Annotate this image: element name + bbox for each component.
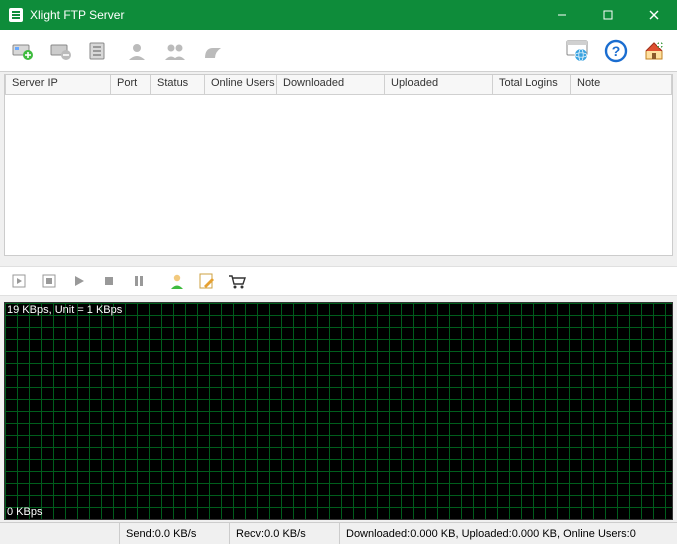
- minimize-button[interactable]: [539, 0, 585, 30]
- status-recv: Recv:0.0 KB/s: [230, 523, 340, 544]
- maximize-button[interactable]: [585, 0, 631, 30]
- help-button[interactable]: ?: [601, 36, 631, 66]
- window-title: Xlight FTP Server: [30, 8, 539, 22]
- status-empty: [0, 523, 120, 544]
- step-button[interactable]: [8, 270, 30, 292]
- user-button[interactable]: [122, 36, 152, 66]
- status-summary: Downloaded:0.000 KB, Uploaded:0.000 KB, …: [340, 523, 677, 544]
- log-button[interactable]: [198, 36, 228, 66]
- graph-top-label: 19 KBps, Unit = 1 KBps: [7, 304, 122, 316]
- edit-icon[interactable]: [196, 270, 218, 292]
- col-total-logins[interactable]: Total Logins: [493, 75, 571, 95]
- server-list: Server IP Port Status Online Users Downl…: [4, 74, 673, 256]
- stop-button[interactable]: [98, 270, 120, 292]
- col-port[interactable]: Port: [111, 75, 151, 95]
- add-server-button[interactable]: [8, 36, 38, 66]
- graph-grid: [5, 303, 672, 519]
- col-online-users[interactable]: Online Users: [205, 75, 277, 95]
- remove-server-button[interactable]: [46, 36, 76, 66]
- bandwidth-graph: 19 KBps, Unit = 1 KBps 0 KBps: [4, 302, 673, 520]
- server-list-body[interactable]: [5, 95, 672, 255]
- app-icon: [8, 7, 24, 23]
- col-server-ip[interactable]: Server IP: [5, 75, 111, 95]
- web-admin-button[interactable]: [563, 36, 593, 66]
- col-note[interactable]: Note: [571, 75, 672, 95]
- col-uploaded[interactable]: Uploaded: [385, 75, 493, 95]
- status-send: Send:0.0 KB/s: [120, 523, 230, 544]
- stop-record-button[interactable]: [38, 270, 60, 292]
- main-toolbar: ?: [0, 30, 677, 72]
- close-button[interactable]: [631, 0, 677, 30]
- cart-icon[interactable]: [226, 270, 248, 292]
- title-bar: Xlight FTP Server: [0, 0, 677, 30]
- pause-button[interactable]: [128, 270, 150, 292]
- server-settings-button[interactable]: [84, 36, 114, 66]
- play-button[interactable]: [68, 270, 90, 292]
- col-status[interactable]: Status: [151, 75, 205, 95]
- col-downloaded[interactable]: Downloaded: [277, 75, 385, 95]
- control-bar: [0, 266, 677, 296]
- status-bar: Send:0.0 KB/s Recv:0.0 KB/s Downloaded:0…: [0, 522, 677, 544]
- graph-bottom-label: 0 KBps: [7, 506, 42, 518]
- home-button[interactable]: [639, 36, 669, 66]
- online-user-icon[interactable]: [166, 270, 188, 292]
- group-button[interactable]: [160, 36, 190, 66]
- column-headers: Server IP Port Status Online Users Downl…: [5, 75, 672, 95]
- svg-text:?: ?: [612, 43, 621, 59]
